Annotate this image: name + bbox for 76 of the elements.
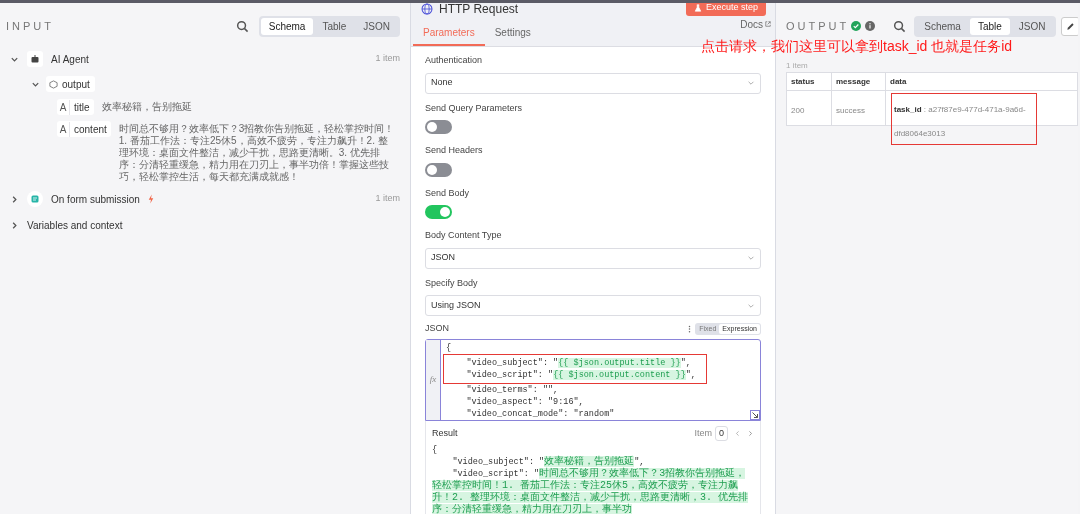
node-title: HTTP Request bbox=[439, 3, 519, 15]
code-line: "video_concat_mode": "random" bbox=[465, 407, 616, 420]
code-line: "video_script": "{{ $json.output.content }}", bbox=[465, 368, 696, 381]
table-cell: 200 bbox=[791, 106, 805, 115]
chevron-right-icon[interactable] bbox=[10, 220, 19, 230]
flask-icon bbox=[693, 4, 702, 12]
toggle-switch[interactable] bbox=[425, 205, 452, 219]
field-label: Send Body bbox=[425, 186, 471, 200]
field-label: Body Content Type bbox=[425, 229, 503, 242]
table-cell: task_id : a27f87e9-477d-471a-9a6d-dfd8064e3013 bbox=[894, 105, 1026, 138]
view-tab[interactable]: JSON bbox=[355, 17, 398, 35]
tree-item-label[interactable]: AI Agent bbox=[51, 51, 89, 67]
field-name: output bbox=[62, 77, 90, 92]
pencil-icon bbox=[1065, 21, 1075, 31]
field-label: Specify Body bbox=[425, 276, 479, 290]
toggle-switch[interactable] bbox=[425, 162, 452, 177]
resize-icon[interactable] bbox=[750, 409, 760, 420]
panel-heading: OUTPUT bbox=[786, 18, 850, 34]
column-header: data bbox=[890, 75, 907, 88]
field-label: Send Query Parameters bbox=[425, 101, 524, 115]
chevron-down-icon bbox=[747, 254, 755, 262]
code-line: "video_terms": "", bbox=[465, 383, 560, 396]
view-tab[interactable]: JSON bbox=[1010, 17, 1054, 35]
search-icon[interactable] bbox=[235, 19, 249, 33]
view-tab[interactable]: Table bbox=[969, 17, 1010, 35]
tree-item-label[interactable]: Variables and context bbox=[27, 217, 123, 233]
panel-heading: INPUT bbox=[6, 18, 54, 34]
external-link-icon[interactable] bbox=[765, 21, 771, 27]
field-label: JSON bbox=[425, 322, 449, 335]
toggle-switch[interactable] bbox=[425, 120, 452, 134]
docs-link[interactable]: Docs bbox=[740, 19, 763, 30]
form-icon bbox=[27, 191, 43, 207]
field-label: Authentication bbox=[425, 54, 484, 67]
cube-icon bbox=[49, 79, 58, 89]
lightning-icon bbox=[147, 194, 154, 204]
code-editor[interactable]: fx { "video_subject": "{{ $json.output.title }}", "video_script": "{{ $json.output.content }}", "video_terms": "", "video_aspect": "9:16", "video_concat_mode": "random" bbox=[425, 338, 761, 421]
edit-button[interactable] bbox=[1060, 16, 1078, 36]
result-label: Result bbox=[432, 426, 458, 440]
robot-icon bbox=[27, 51, 43, 67]
select-field[interactable]: JSON bbox=[425, 247, 761, 269]
annotation-text: 点击请求，我们这里可以拿到task_id 也就是任务id bbox=[701, 38, 1013, 54]
item-count: 1 item bbox=[786, 60, 808, 70]
column-header: status bbox=[791, 75, 815, 88]
code-line: "video_subject": "{{ $json.output.title }}", bbox=[465, 356, 692, 369]
tab[interactable]: Settings bbox=[484, 25, 541, 46]
code-line: "video_aspect": "9:16", bbox=[465, 395, 585, 408]
column-header: message bbox=[836, 75, 871, 88]
object-field-pill[interactable]: output bbox=[46, 76, 95, 92]
code-line: "video_subject": "效率秘籍，告别拖延", bbox=[451, 455, 646, 467]
field-name[interactable]: content bbox=[70, 121, 111, 137]
item-label: Item bbox=[694, 426, 712, 440]
item-count: 1 item bbox=[375, 52, 400, 66]
field-value: 时间总不够用？效率低下？3招教你告别拖延，轻松掌控时间！1. 番茄工作法：专注25休5，高效不疲劳，专注力飙升！2. 整理环境：桌面文件整洁，减少干扰，思路更清晰。3. 优先排序：分清轻重缓急，精力用在刀刃上，事半功倍！掌握这些技巧，轻松掌控生活，每天都充满成就感！ bbox=[118, 122, 396, 183]
info-icon[interactable] bbox=[865, 21, 876, 31]
item-number-field[interactable]: 0 bbox=[715, 425, 728, 442]
more-options-icon[interactable] bbox=[688, 324, 692, 333]
item-count: 1 item bbox=[375, 192, 400, 206]
success-check-icon bbox=[851, 21, 862, 31]
view-tab[interactable]: Table bbox=[314, 17, 355, 35]
search-icon[interactable] bbox=[893, 19, 907, 33]
table-cell: success bbox=[836, 106, 865, 115]
code-line: { bbox=[446, 341, 453, 354]
chevron-right-icon[interactable] bbox=[747, 430, 754, 437]
chevron-right-icon[interactable] bbox=[10, 194, 19, 204]
select-field[interactable]: Using JSON bbox=[425, 295, 761, 316]
view-tab[interactable]: Schema bbox=[916, 17, 969, 35]
code-line: { bbox=[432, 443, 439, 456]
view-tab[interactable]: Schema bbox=[260, 17, 314, 35]
select-field[interactable]: None bbox=[425, 72, 761, 94]
globe-icon bbox=[421, 3, 433, 15]
chevron-down-icon bbox=[747, 79, 755, 87]
fx-label: fx bbox=[426, 339, 441, 420]
tree-item-label[interactable]: On form submission bbox=[51, 191, 140, 207]
field-name[interactable]: title bbox=[70, 99, 94, 115]
field-value: 效率秘籍，告别拖延 bbox=[101, 100, 192, 113]
field-label: Send Headers bbox=[425, 144, 484, 157]
